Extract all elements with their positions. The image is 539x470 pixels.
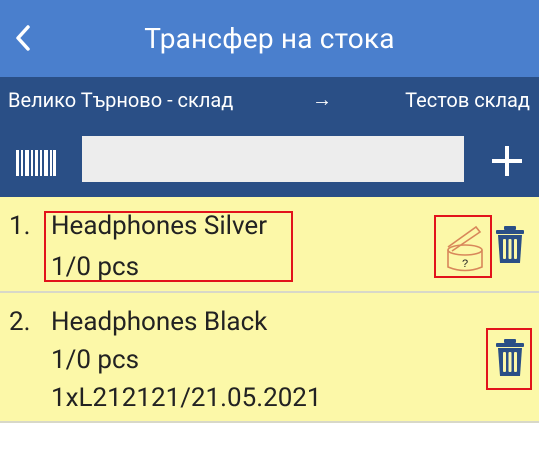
- source-warehouse: Велико Търново - склад: [8, 87, 234, 112]
- delete-button[interactable]: [494, 225, 526, 265]
- arrow-right-icon: →: [312, 87, 332, 111]
- highlight-box: [434, 215, 492, 278]
- page-title: Трансфер на стока: [144, 22, 395, 55]
- item-name: Headphones Black: [51, 307, 268, 337]
- transfer-route: Велико Търново - склад → Тестов склад: [0, 77, 539, 122]
- target-warehouse: Тестов склад: [405, 87, 530, 112]
- barcode-search-input[interactable]: [82, 136, 464, 182]
- highlight-box: [44, 211, 293, 282]
- item-index: 2.: [9, 307, 31, 337]
- app-header: Трансфер на стока: [0, 0, 539, 77]
- plus-icon[interactable]: [490, 144, 524, 178]
- item-lot: 1xL212121/21.05.2021: [51, 383, 322, 413]
- barcode-scan-icon[interactable]: [16, 150, 56, 176]
- item-index: 1.: [9, 211, 31, 241]
- highlight-box: [486, 328, 532, 390]
- item-quantity: 1/0 pcs: [51, 345, 140, 375]
- trash-icon: [496, 226, 524, 263]
- divider: [0, 421, 539, 423]
